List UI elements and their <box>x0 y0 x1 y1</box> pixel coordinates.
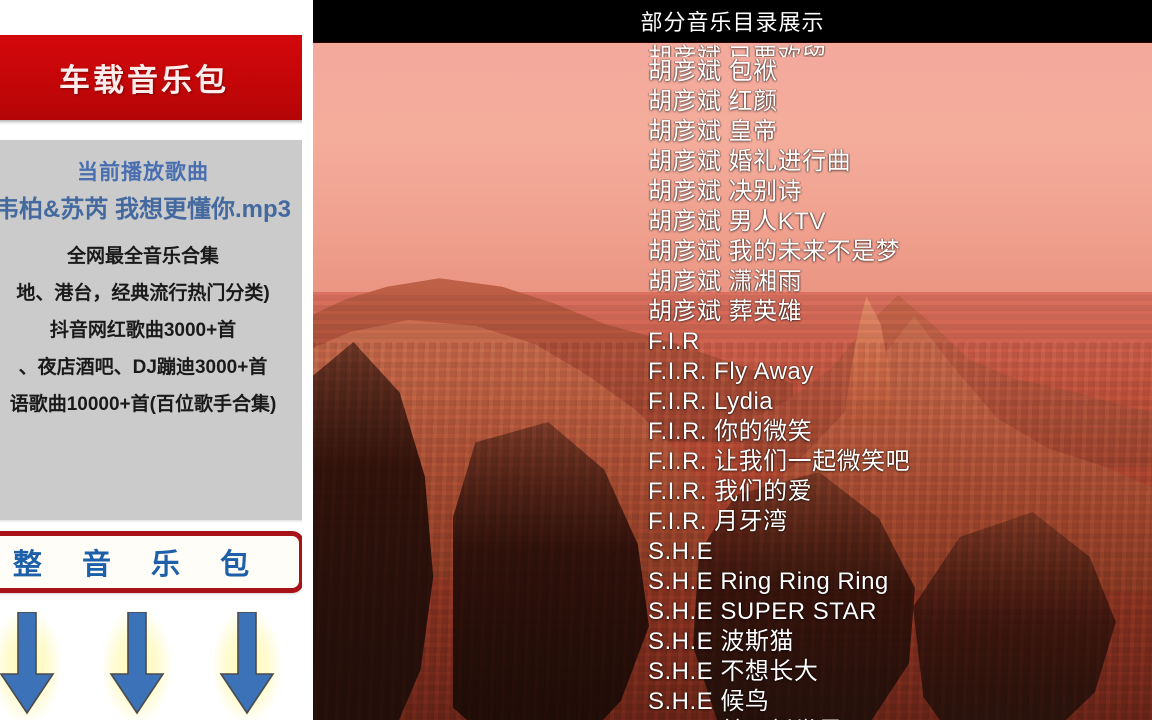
song-list-item: F.I.R. 月牙湾 <box>648 508 788 535</box>
song-list-item: F.I.R. 我们的爱 <box>648 478 813 505</box>
song-list-item: S.H.E SUPER STAR <box>648 598 877 625</box>
product-title-banner: 车载音乐包 <box>0 35 302 120</box>
song-list-item: F.I.R. 你的微笑 <box>648 418 813 445</box>
song-list-item: F.I.R. Fly Away <box>648 358 814 385</box>
left-promo-panel: 车载音乐包 当前播放歌曲 韦柏&苏芮 我想更懂你.mp3 全网最全音乐合集 地、… <box>0 0 302 720</box>
feature-line: 、夜店酒吧、DJ蹦迪3000+首 <box>18 357 268 378</box>
song-list-item: F.I.R. Lydia <box>648 388 774 415</box>
arrow-down-icon <box>219 612 275 715</box>
song-list-item: 胡彦斌 决别诗 <box>648 178 803 205</box>
full-music-pack-banner[interactable]: 整 音 乐 包 <box>0 531 302 593</box>
song-list-item: S.H.E 候鸟 <box>648 688 770 715</box>
info-panel: 当前播放歌曲 韦柏&苏芮 我想更懂你.mp3 全网最全音乐合集 地、港台，经典流… <box>0 140 302 520</box>
catalog-header-title: 部分音乐目录展示 <box>640 10 825 35</box>
arrow-down-icon <box>0 612 55 715</box>
download-arrows-row <box>0 608 302 720</box>
arrow-down-icon-3[interactable] <box>208 608 286 720</box>
song-list-item: 胡彦斌 皇帝 <box>648 118 778 145</box>
catalog-panel: 部分音乐目录展示 胡彦斌 已要欢留胡彦斌 包袱胡彦斌 红颜胡彦斌 皇帝胡彦斌 婚… <box>313 0 1152 720</box>
arrow-down-icon-1[interactable] <box>0 608 66 720</box>
now-playing-label: 当前播放歌曲 <box>77 161 209 184</box>
feature-list: 全网最全音乐合集 地、港台，经典流行热门分类) 抖音网红歌曲3000+首 、夜店… <box>0 238 302 423</box>
song-list-item: 胡彦斌 潇湘雨 <box>648 268 803 295</box>
now-playing-filename: 韦柏&苏芮 我想更懂你.mp3 <box>0 196 291 223</box>
product-title-text: 车载音乐包 <box>59 63 229 98</box>
song-list-item: 胡彦斌 葬英雄 <box>648 298 803 325</box>
feature-line: 全网最全音乐合集 <box>66 246 219 267</box>
feature-line: 语歌曲10000+首(百位歌手合集) <box>9 394 277 415</box>
arrow-down-icon <box>109 612 165 715</box>
arrow-down-icon-2[interactable] <box>98 608 176 720</box>
song-list-item: 胡彦斌 男人KTV <box>648 208 826 235</box>
catalog-header: 部分音乐目录展示 <box>313 0 1152 43</box>
song-list-item: S.H.E Ring Ring Ring <box>648 568 889 595</box>
song-list-item: 胡彦斌 包袱 <box>648 58 778 85</box>
song-list-item: S.H.E 波斯猫 <box>648 628 794 655</box>
full-music-pack-text: 整 音 乐 包 <box>12 549 266 581</box>
song-list-item: F.I.R <box>648 328 700 355</box>
song-list-item: S.H.E 不想长大 <box>648 658 819 685</box>
feature-line: 地、港台，经典流行热门分类) <box>16 283 270 304</box>
feature-line: 抖音网红歌曲3000+首 <box>49 320 237 341</box>
song-list-item: F.I.R. 让我们一起微笑吧 <box>648 448 911 475</box>
song-list-item: S.H.E <box>648 538 714 565</box>
song-catalog-list: 胡彦斌 已要欢留胡彦斌 包袱胡彦斌 红颜胡彦斌 皇帝胡彦斌 婚礼进行曲胡彦斌 决… <box>648 43 1148 720</box>
song-list-item: 胡彦斌 婚礼进行曲 <box>648 148 852 175</box>
song-list-item: 胡彦斌 红颜 <box>648 88 778 115</box>
song-list-item: 胡彦斌 我的未来不是梦 <box>648 238 901 265</box>
song-list-item: 胡彦斌 已要欢留 <box>648 43 1148 57</box>
